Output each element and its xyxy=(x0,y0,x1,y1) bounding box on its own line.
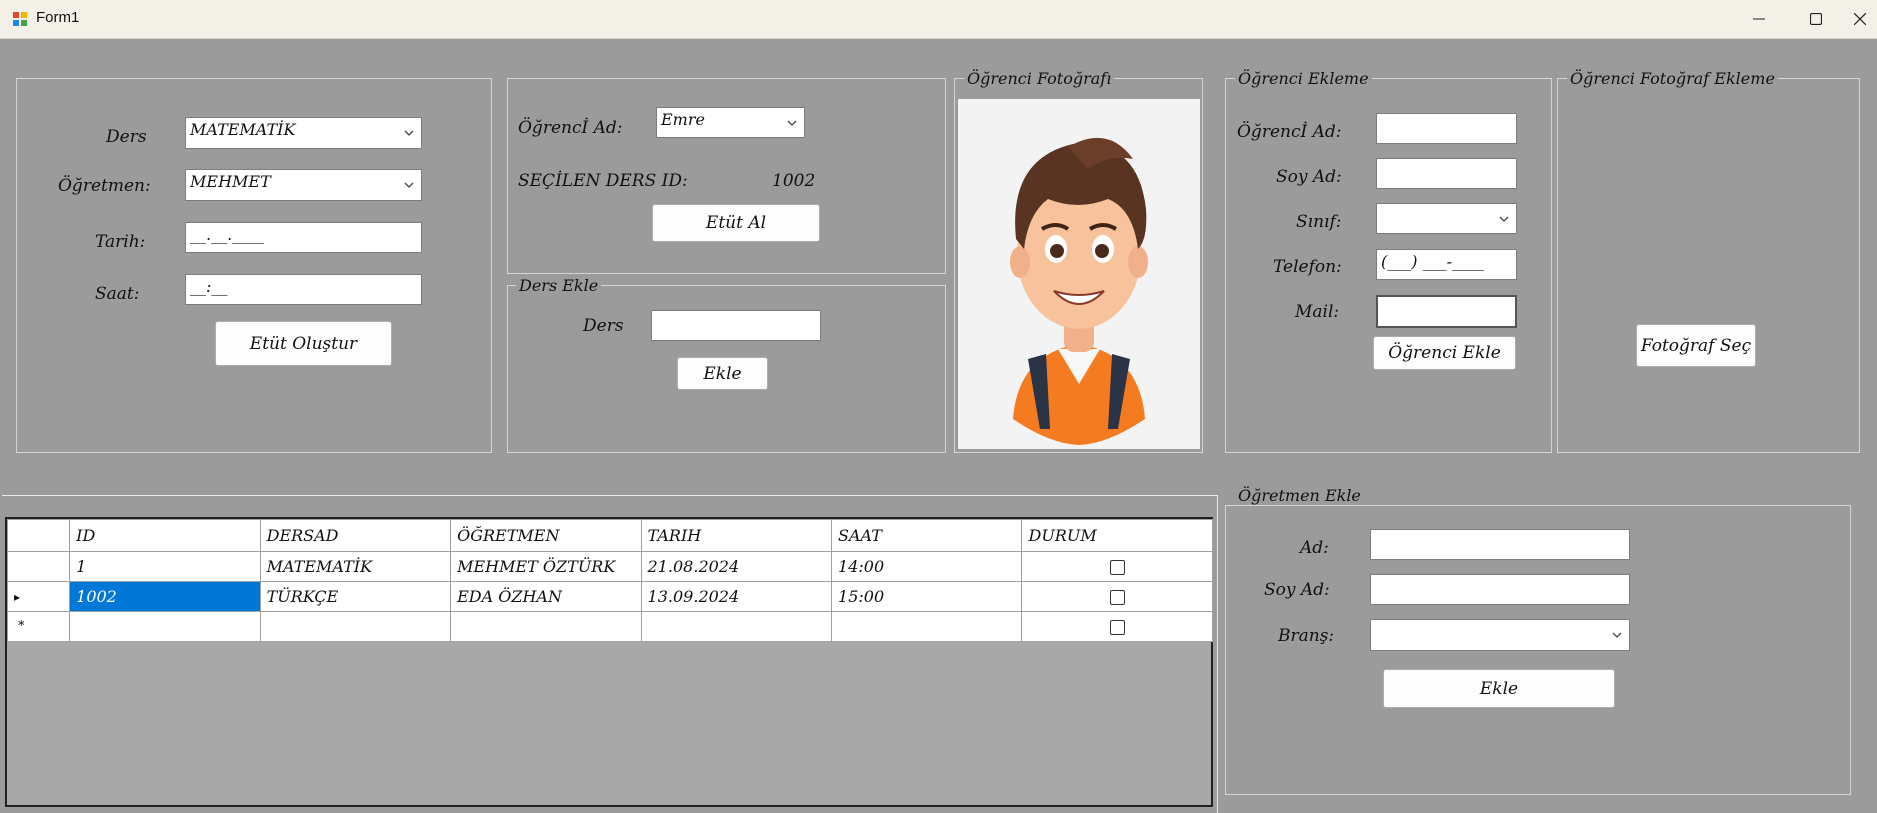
cell-saat[interactable] xyxy=(831,611,1023,642)
ogrenci-fotograf-ekleme-group xyxy=(1557,78,1860,453)
close-button[interactable] xyxy=(1842,0,1877,38)
window-title: Form1 xyxy=(36,9,80,26)
secilen-ders-id-value: 1002 xyxy=(772,171,816,191)
cell-ogretmen[interactable]: MEHMET ÖZTÜRK xyxy=(450,551,642,582)
student-photo xyxy=(958,99,1200,449)
ogretmen-brans-combo[interactable] xyxy=(1370,619,1630,651)
cell-ogretmen[interactable] xyxy=(450,611,642,642)
fotograf-sec-button[interactable]: Fotoğraf Seç xyxy=(1636,324,1756,367)
saat-input[interactable]: __:__ xyxy=(185,274,422,305)
column-header-ogretmen[interactable]: ÖĞRETMEN xyxy=(450,519,642,552)
column-header-saat[interactable]: SAAT xyxy=(831,519,1023,552)
cell-saat[interactable]: 15:00 xyxy=(831,581,1023,612)
row-header-corner[interactable] xyxy=(6,519,71,552)
cell-tarih[interactable] xyxy=(640,611,833,642)
ders-ekle-input[interactable] xyxy=(651,310,821,341)
cell-ogretmen[interactable]: EDA ÖZHAN xyxy=(450,581,642,612)
ogrenci-ekleme-legend: Öğrenci Ekleme xyxy=(1235,69,1372,88)
cell-id[interactable] xyxy=(69,611,261,642)
minimize-button[interactable] xyxy=(1729,0,1789,38)
ogrenci-ekleme-ad-label: Öğrencİ Ad: xyxy=(1237,122,1342,142)
maximize-icon xyxy=(1810,13,1822,25)
ders-ekle-legend: Ders Ekle xyxy=(516,276,602,295)
ogretmen-ad-input[interactable] xyxy=(1370,529,1630,560)
chevron-down-icon xyxy=(1612,632,1622,638)
ogrenci-ekleme-soyad-label: Soy Ad: xyxy=(1276,167,1342,187)
minimize-icon xyxy=(1753,18,1765,20)
durum-checkbox[interactable] xyxy=(1109,590,1125,605)
durum-checkbox[interactable] xyxy=(1109,620,1125,635)
ogretmen-ekle-legend: Öğretmen Ekle xyxy=(1235,486,1364,505)
ogretmen-ekle-soyad-label: Soy Ad: xyxy=(1264,580,1330,600)
ders-combo-value: MATEMATİK xyxy=(190,120,296,139)
maximize-button[interactable] xyxy=(1786,0,1846,38)
cell-tarih[interactable]: 21.08.2024 xyxy=(640,551,833,582)
secilen-ders-id-label: SEÇİLEN DERS ID: xyxy=(518,171,688,191)
chevron-down-icon xyxy=(1499,216,1509,222)
ogretmen-soyad-input[interactable] xyxy=(1370,574,1630,605)
cell-id-selected[interactable]: 1002 xyxy=(69,581,261,612)
ogretmen-label: Öğretmen: xyxy=(58,176,151,196)
etut-al-button[interactable]: Etüt Al xyxy=(652,204,820,242)
cell-durum[interactable] xyxy=(1021,581,1213,612)
etut-table: ID DERSAD ÖĞRETMEN TARIH SAAT DURUM 1 MA… xyxy=(6,519,1213,642)
chevron-down-icon xyxy=(404,182,414,188)
ogretmen-ekle-button[interactable]: Ekle xyxy=(1383,669,1615,708)
ogrenci-ekleme-sinif-combo[interactable] xyxy=(1376,203,1517,234)
etut-olustur-button[interactable]: Etüt Oluştur xyxy=(215,321,392,366)
tarih-input[interactable]: __.__.____ xyxy=(185,222,422,253)
ders-label: Ders xyxy=(106,127,147,147)
cell-durum[interactable] xyxy=(1021,611,1213,642)
ogrenci-ekleme-mail-input[interactable] xyxy=(1376,295,1517,328)
cell-tarih[interactable]: 13.09.2024 xyxy=(640,581,833,612)
ogretmen-combo-value: MEHMET xyxy=(190,172,271,191)
ogretmen-ekle-brans-label: Branş: xyxy=(1278,626,1335,646)
app-window-icon xyxy=(12,11,28,27)
chevron-down-icon xyxy=(787,120,797,126)
cell-dersad[interactable]: MATEMATİK xyxy=(259,551,452,582)
new-row-indicator[interactable]: * xyxy=(6,611,71,642)
table-header-row: ID DERSAD ÖĞRETMEN TARIH SAAT DURUM xyxy=(6,519,1213,552)
ogrenci-ekleme-telefon-input[interactable]: (___) ___-____ xyxy=(1376,249,1517,280)
cell-dersad[interactable] xyxy=(259,611,452,642)
ogrenci-combo[interactable]: Emre xyxy=(656,107,805,138)
tarih-label: Tarih: xyxy=(95,232,146,252)
row-header[interactable] xyxy=(6,551,71,582)
ogrenci-fotograf-ekleme-legend: Öğrenci Fotoğraf Ekleme xyxy=(1567,69,1778,88)
chevron-down-icon xyxy=(404,130,414,136)
title-bar: Form1 xyxy=(0,0,1877,39)
etut-data-grid[interactable]: ID DERSAD ÖĞRETMEN TARIH SAAT DURUM 1 MA… xyxy=(5,517,1213,807)
ogrenci-ekleme-telefon-label: Telefon: xyxy=(1273,257,1342,277)
ogrenci-ekleme-soyad-input[interactable] xyxy=(1376,158,1517,189)
cell-dersad[interactable]: TÜRKÇE xyxy=(259,581,452,612)
column-header-id[interactable]: ID xyxy=(69,519,261,552)
ders-ekle-label: Ders xyxy=(583,316,624,336)
ogrenci-ekle-button[interactable]: Öğrenci Ekle xyxy=(1373,336,1516,370)
ders-combo[interactable]: MATEMATİK xyxy=(185,117,422,149)
ogrenci-ekleme-mail-label: Mail: xyxy=(1295,302,1340,322)
table-row[interactable]: 1 MATEMATİK MEHMET ÖZTÜRK 21.08.2024 14:… xyxy=(6,551,1213,582)
column-header-dersad[interactable]: DERSAD xyxy=(259,519,452,552)
column-header-durum[interactable]: DURUM xyxy=(1021,519,1213,552)
ogrenci-fotografi-legend: Öğrenci Fotoğrafı xyxy=(964,69,1115,88)
current-row-indicator[interactable]: ▸ xyxy=(6,581,71,612)
cell-id[interactable]: 1 xyxy=(69,551,261,582)
cell-saat[interactable]: 14:00 xyxy=(831,551,1023,582)
new-row[interactable]: * xyxy=(6,611,1213,642)
cell-durum[interactable] xyxy=(1021,551,1213,582)
table-row[interactable]: ▸ 1002 TÜRKÇE EDA ÖZHAN 13.09.2024 15:00 xyxy=(6,581,1213,612)
saat-label: Saat: xyxy=(95,284,140,304)
ogrenci-combo-value: Emre xyxy=(661,110,705,129)
student-cartoon-photo xyxy=(1010,137,1148,445)
ogretmen-ekle-ad-label: Ad: xyxy=(1300,538,1329,558)
durum-checkbox[interactable] xyxy=(1109,560,1125,575)
ders-ekle-button[interactable]: Ekle xyxy=(677,357,768,390)
close-icon xyxy=(1853,13,1866,25)
ogrenci-ad-label: Öğrencİ Ad: xyxy=(518,118,623,138)
ogrenci-ekleme-ad-input[interactable] xyxy=(1376,113,1517,144)
ogretmen-combo[interactable]: MEHMET xyxy=(185,169,422,201)
ogrenci-ekleme-sinif-label: Sınıf: xyxy=(1296,212,1342,232)
column-header-tarih[interactable]: TARIH xyxy=(640,519,833,552)
